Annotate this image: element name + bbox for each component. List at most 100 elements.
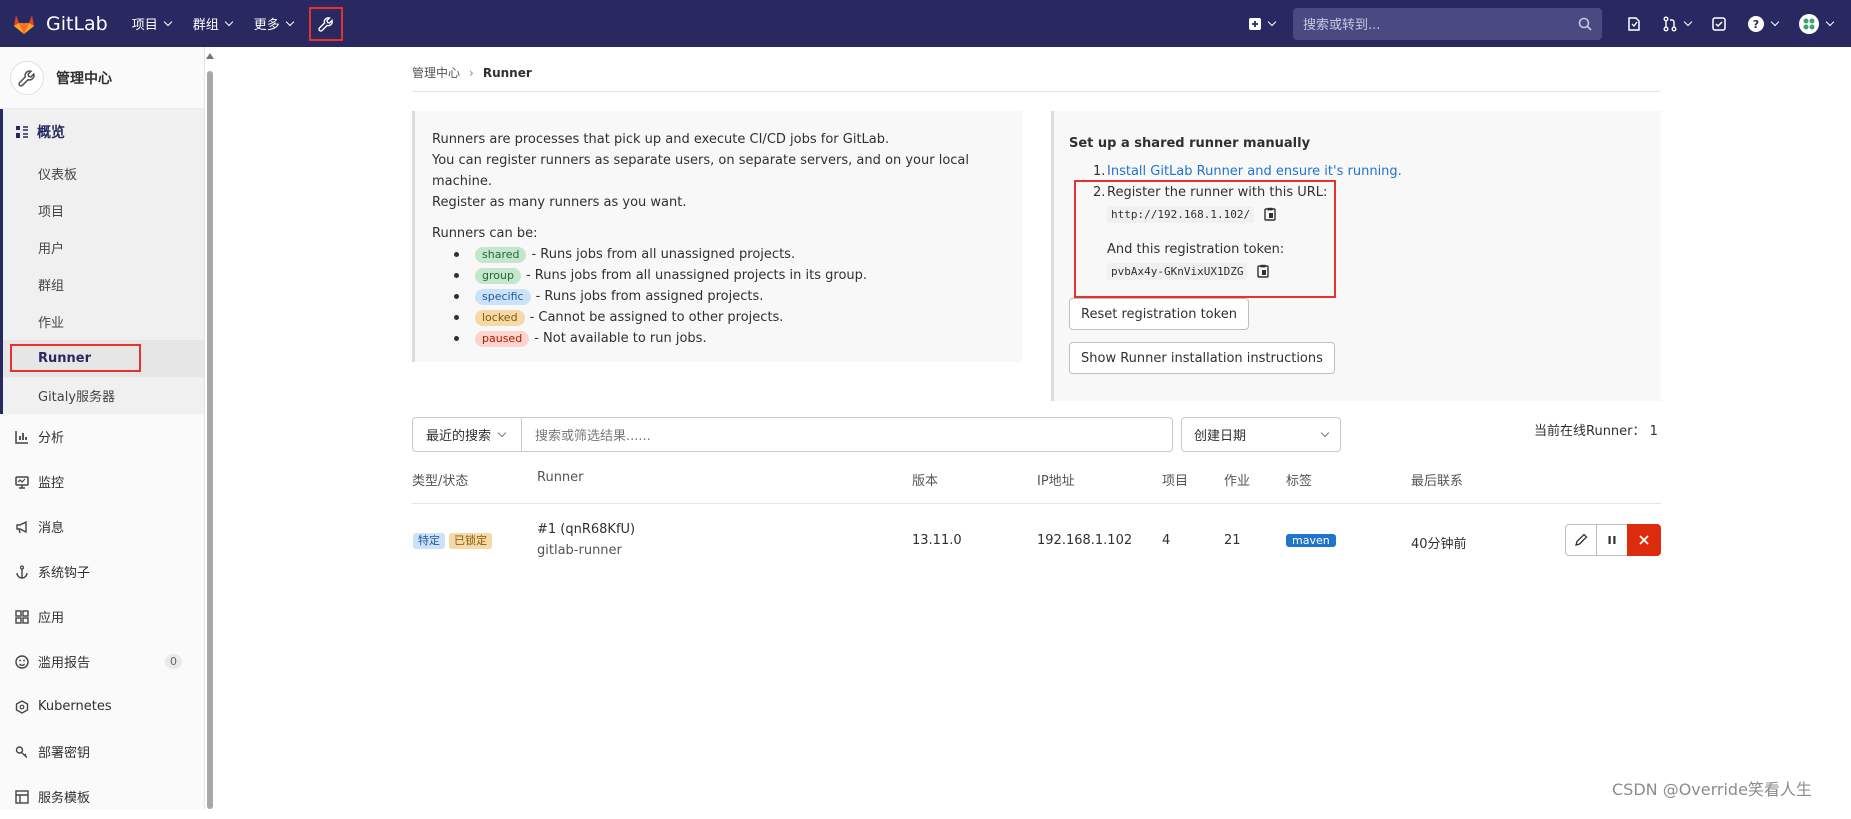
chevron-down-icon (1770, 17, 1780, 26)
close-icon (1639, 535, 1649, 545)
menu-groups[interactable]: 群组 (193, 14, 234, 33)
sidebar-item-monitoring[interactable]: 监控 (0, 459, 204, 504)
runner-version: 13.11.0 (912, 533, 962, 548)
pause-runner-button[interactable] (1596, 524, 1628, 556)
edit-runner-button[interactable] (1565, 524, 1597, 556)
sidebar-item-analytics[interactable]: 分析 (0, 414, 204, 459)
wrench-icon (318, 16, 333, 32)
shared-badge: shared (475, 246, 527, 263)
runners-info-panel: Runners are processes that pick up and e… (412, 111, 1022, 362)
show-instructions-button[interactable]: Show Runner installation instructions (1069, 342, 1335, 374)
runner-link[interactable]: #1 (qnR68KfU) (537, 522, 635, 537)
tanuki-icon (14, 14, 34, 34)
column-header-ip: IP地址 (1037, 474, 1075, 489)
runner-type-desc: - Runs jobs from assigned projects. (535, 289, 764, 304)
scroll-up-arrow-icon[interactable] (206, 53, 214, 59)
column-header-runner: Runner (537, 470, 584, 485)
user-menu[interactable] (1798, 13, 1835, 35)
sidebar-item-dashboard[interactable]: 仪表板 (3, 155, 204, 192)
sidebar-scrollbar[interactable] (205, 47, 215, 809)
sidebar-item-deploy-keys[interactable]: 部署密钥 (0, 729, 204, 774)
chevron-down-icon (224, 17, 234, 26)
sidebar-item-projects[interactable]: 项目 (3, 192, 204, 229)
sort-dropdown[interactable]: 创建日期 (1181, 417, 1341, 452)
remove-runner-button[interactable] (1627, 524, 1661, 556)
todo-icon (1712, 16, 1726, 31)
sidebar-item-service-templates[interactable]: 服务模板 (0, 774, 204, 819)
list-item: specific - Runs jobs from assigned projec… (454, 286, 1022, 307)
column-header-last-contact: 最后联系 (1411, 474, 1464, 489)
wrench-icon (18, 69, 35, 87)
recent-searches-dropdown[interactable]: 最近的搜索 (413, 418, 522, 451)
megaphone-icon (16, 520, 27, 533)
todos-button[interactable] (1711, 16, 1727, 32)
cloud-icon (15, 699, 29, 714)
merge-request-icon (1663, 16, 1677, 31)
paused-badge: paused (475, 330, 530, 347)
issues-button[interactable] (1626, 16, 1642, 32)
intro-line-2: You can register runners as separate use… (432, 153, 970, 189)
scrollbar-thumb[interactable] (207, 71, 213, 809)
runner-filter-bar: 最近的搜索 搜索或筛选结果...... (412, 417, 1173, 452)
new-dropdown[interactable] (1248, 17, 1277, 31)
sidebar-item-jobs[interactable]: 作业 (3, 303, 204, 340)
help-dropdown[interactable]: ? (1747, 15, 1780, 33)
sidebar-item-groups[interactable]: 群组 (3, 266, 204, 303)
runner-projects: 4 (1162, 533, 1171, 548)
sidebar-item-overview[interactable]: 概览 (3, 109, 204, 155)
list-item: group - Runs jobs from all unassigned pro… (454, 265, 1022, 286)
install-runner-link[interactable]: Install GitLab Runner and ensure it's ru… (1107, 161, 1402, 182)
chevron-right-icon: › (469, 65, 474, 80)
sidebar-item-users[interactable]: 用户 (3, 229, 204, 266)
sidebar-item-label: 用户 (38, 242, 65, 257)
specific-badge: 特定 (413, 533, 445, 549)
smile-icon (15, 654, 29, 669)
runner-last-contact: 40分钟前 (1411, 537, 1467, 552)
anchor-icon (16, 564, 28, 579)
admin-area-button[interactable] (308, 6, 343, 41)
sidebar-item-label: 系统钩子 (38, 566, 91, 581)
sort-label: 创建日期 (1194, 429, 1247, 444)
sidebar-item-label: 监控 (38, 476, 65, 491)
help-icon: ? (1748, 15, 1764, 32)
sidebar-item-kubernetes[interactable]: Kubernetes (0, 684, 204, 729)
reset-token-button[interactable]: Reset registration token (1069, 298, 1249, 330)
monitor-icon (15, 475, 29, 489)
shared-runner-setup-panel: Set up a shared runner manually 1. Instal… (1051, 111, 1661, 401)
sidebar-item-abuse-reports[interactable]: 滥用报告 0 (0, 639, 204, 684)
column-header-type: 类型/状态 (412, 474, 469, 489)
sidebar-header[interactable]: 管理中心 (0, 47, 204, 109)
sidebar-item-label: 消息 (38, 521, 65, 536)
menu-projects[interactable]: 项目 (132, 14, 173, 33)
setup-title: Set up a shared runner manually (1069, 136, 1311, 151)
chevron-down-icon (497, 428, 507, 437)
column-header-projects: 项目 (1162, 474, 1189, 489)
menu-more[interactable]: 更多 (254, 14, 295, 33)
tag-badge: maven (1286, 534, 1336, 547)
search-input[interactable]: 搜索或转到... (1293, 7, 1602, 40)
chevron-down-icon (1267, 17, 1277, 26)
chevron-down-icon (285, 17, 295, 26)
sidebar-item-label: 服务模板 (38, 791, 91, 806)
merge-requests-button[interactable] (1662, 16, 1693, 32)
pencil-icon (1575, 533, 1588, 546)
gitlab-logo[interactable]: GitLab (12, 13, 108, 35)
sidebar-item-label: 仪表板 (38, 168, 78, 183)
plus-square-icon (1249, 17, 1261, 30)
filter-search-input[interactable]: 搜索或筛选结果...... (522, 425, 651, 444)
sidebar-item-applications[interactable]: 应用 (0, 594, 204, 639)
runner-type-desc: - Cannot be assigned to other projects. (529, 310, 784, 325)
search-icon (1578, 17, 1592, 31)
sidebar-item-gitaly[interactable]: Gitaly服务器 (3, 377, 204, 414)
pause-icon (1608, 536, 1616, 544)
sidebar-item-label: 分析 (38, 431, 65, 446)
chevron-down-icon (1683, 17, 1693, 26)
breadcrumb-current: Runner (482, 65, 532, 80)
chart-icon (15, 430, 28, 444)
list-item: paused - Not available to run jobs. (454, 328, 1022, 349)
breadcrumb-admin-link[interactable]: 管理中心 (412, 64, 460, 81)
sidebar-item-system-hooks[interactable]: 系统钩子 (0, 549, 204, 594)
top-navbar: GitLab 项目 群组 更多 搜索或转到... ? (0, 0, 1851, 47)
sidebar-item-messages[interactable]: 消息 (0, 504, 204, 549)
sidebar-item-label: Kubernetes (38, 699, 112, 714)
